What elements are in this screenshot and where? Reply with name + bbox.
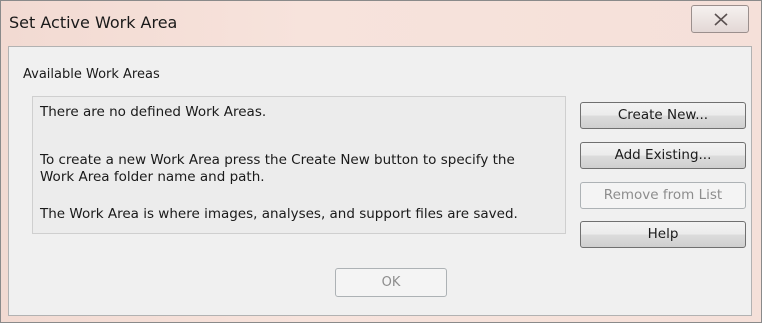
create-instructions-line-2: Work Area folder name and path.	[40, 169, 265, 185]
available-work-areas-label: Available Work Areas	[23, 67, 160, 82]
remove-from-list-button[interactable]: Remove from List	[580, 182, 746, 209]
add-existing-button[interactable]: Add Existing...	[580, 142, 746, 169]
help-button[interactable]: Help	[580, 221, 746, 248]
ok-button[interactable]: OK	[335, 268, 447, 297]
no-work-areas-message: There are no defined Work Areas.	[40, 104, 267, 120]
title-bar[interactable]: Set Active Work Area	[1, 1, 761, 47]
close-button[interactable]	[691, 5, 749, 33]
create-new-button[interactable]: Create New...	[580, 102, 746, 129]
work-area-description: The Work Area is where images, analyses,…	[40, 206, 518, 222]
dialog-title: Set Active Work Area	[9, 13, 178, 32]
close-icon	[714, 13, 728, 26]
create-instructions-line-1: To create a new Work Area press the Crea…	[40, 152, 515, 168]
